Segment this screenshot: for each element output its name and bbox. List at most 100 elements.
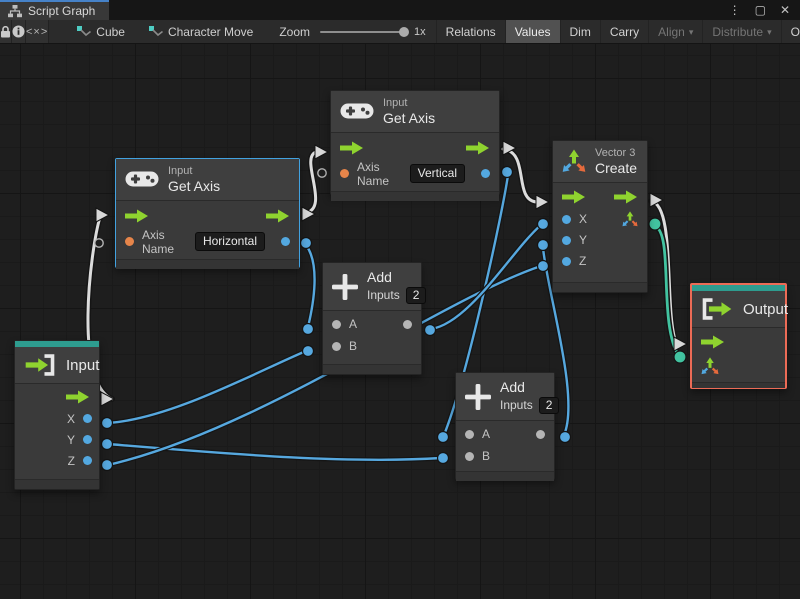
window-maximize-icon[interactable]: ▢ xyxy=(755,3,766,17)
x-input-port[interactable] xyxy=(562,214,571,224)
breadcrumb-cube[interactable]: Cube xyxy=(77,20,125,43)
connection-dot[interactable] xyxy=(100,458,114,472)
graph-canvas[interactable]: Input Get Axis Axis Name Vertical Input … xyxy=(0,44,800,599)
node-header[interactable]: Add Inputs 2 xyxy=(456,373,560,422)
port-label: Axis Name xyxy=(357,159,390,188)
connection-dot[interactable] xyxy=(299,236,313,250)
code-icon: <×> xyxy=(26,25,49,38)
flow-in-arrow-icon[interactable] xyxy=(340,141,364,155)
x-output-port[interactable] xyxy=(83,414,92,423)
connection-dot[interactable] xyxy=(301,344,315,358)
breadcrumb-character-move[interactable]: Character Move xyxy=(148,20,254,43)
input-port-a[interactable] xyxy=(465,429,474,439)
flow-out-arrow-icon[interactable] xyxy=(66,390,90,404)
node-add-2[interactable]: Add Inputs 2 A B xyxy=(455,372,560,482)
axis-name-field[interactable]: Vertical xyxy=(409,164,465,184)
node-header[interactable]: Add Inputs 2 xyxy=(323,263,427,312)
vector3-input-port-icon[interactable] xyxy=(701,357,719,375)
breadcrumb-label: Character Move xyxy=(167,24,254,39)
flow-out-arrow-icon[interactable] xyxy=(466,141,490,155)
y-input-port[interactable] xyxy=(562,235,571,245)
flow-in-arrow-icon[interactable] xyxy=(125,209,149,223)
input-port-b[interactable] xyxy=(332,341,341,351)
inputs-count-field[interactable]: 2 xyxy=(405,287,427,305)
lock-icon xyxy=(0,25,11,38)
unconnected-port-circle[interactable] xyxy=(317,168,327,178)
connection-dot[interactable] xyxy=(500,165,514,179)
window-close-icon[interactable]: ✕ xyxy=(780,3,790,17)
connection-dot[interactable] xyxy=(436,451,450,465)
zoom-slider-handle[interactable] xyxy=(399,26,410,37)
align-dropdown[interactable]: Align ▾ xyxy=(648,20,702,43)
flow-connection-triangle[interactable] xyxy=(673,336,689,352)
button-label: Dim xyxy=(569,24,591,39)
flow-connection-triangle[interactable] xyxy=(314,144,330,160)
float-output-port[interactable] xyxy=(481,169,490,179)
zoom-value: 1x xyxy=(414,25,426,38)
connection-dot[interactable] xyxy=(536,238,550,252)
connection-dot[interactable] xyxy=(673,350,687,364)
y-output-port[interactable] xyxy=(83,435,92,444)
lock-button[interactable] xyxy=(0,20,12,43)
string-input-port[interactable] xyxy=(125,237,134,247)
node-header[interactable]: Output xyxy=(692,291,789,328)
sum-output-port[interactable] xyxy=(536,429,545,439)
connection-dot[interactable] xyxy=(100,437,114,451)
flow-out-arrow-icon[interactable] xyxy=(266,209,290,223)
connection-dot[interactable] xyxy=(436,430,450,444)
connection-dot[interactable] xyxy=(558,430,572,444)
node-title: Get Axis xyxy=(168,177,221,194)
relations-button[interactable]: Relations xyxy=(435,20,505,43)
unconnected-port-circle[interactable] xyxy=(94,238,104,248)
node-title: Get Axis xyxy=(383,109,436,126)
inputs-count-field[interactable]: 2 xyxy=(538,397,560,415)
connection-dot[interactable] xyxy=(301,322,315,336)
window-menu-icon[interactable]: ⋮ xyxy=(729,3,741,17)
overview-button[interactable]: Overv xyxy=(780,20,800,43)
node-vector3-create[interactable]: Vector 3 Create X Y Z xyxy=(552,140,648,293)
node-header[interactable]: Vector 3 Create xyxy=(553,141,647,183)
node-input[interactable]: Input X Y Z xyxy=(14,340,100,490)
flow-in-arrow-icon[interactable] xyxy=(701,335,725,349)
node-add-1[interactable]: Add Inputs 2 A B xyxy=(322,262,427,375)
plus-icon xyxy=(332,273,358,300)
node-header[interactable]: Input xyxy=(15,347,99,384)
z-output-port[interactable] xyxy=(83,456,92,465)
node-get-axis-vertical[interactable]: Input Get Axis Axis Name Vertical xyxy=(330,90,500,201)
node-title: Add xyxy=(500,379,525,395)
node-header[interactable]: Input Get Axis xyxy=(116,159,299,201)
distribute-dropdown[interactable]: Distribute ▾ xyxy=(702,20,780,43)
connection-dot[interactable] xyxy=(648,217,662,231)
connection-dot[interactable] xyxy=(536,217,550,231)
dim-button[interactable]: Dim xyxy=(559,20,600,43)
vector3-output-port-icon[interactable] xyxy=(622,211,638,227)
flow-out-arrow-icon[interactable] xyxy=(614,190,638,204)
float-output-port[interactable] xyxy=(281,237,290,247)
tab-script-graph[interactable]: Script Graph xyxy=(0,0,110,20)
axis-name-field[interactable]: Horizontal xyxy=(194,232,265,252)
node-get-axis-horizontal[interactable]: Input Get Axis Axis Name Horizontal xyxy=(115,158,300,269)
info-button[interactable] xyxy=(12,20,26,43)
node-header[interactable]: Input Get Axis xyxy=(331,91,499,133)
connection-dot[interactable] xyxy=(100,416,114,430)
input-port-a[interactable] xyxy=(332,319,341,329)
values-button[interactable]: Values xyxy=(504,20,560,43)
node-output[interactable]: Output xyxy=(690,283,789,389)
code-preview-button[interactable]: <×> xyxy=(26,20,50,43)
port-label: A xyxy=(349,317,358,332)
carry-button[interactable]: Carry xyxy=(599,20,648,43)
z-input-port[interactable] xyxy=(562,256,571,266)
wire-flow[interactable] xyxy=(303,150,318,215)
connection-dot[interactable] xyxy=(423,323,437,337)
tab-bar: Script Graph ⋮ ▢ ✕ xyxy=(0,0,800,20)
connection-dot[interactable] xyxy=(536,259,550,273)
port-label: Y xyxy=(66,432,75,447)
node-title: Output xyxy=(743,300,789,318)
input-port-b[interactable] xyxy=(465,451,474,461)
sum-output-port[interactable] xyxy=(403,319,412,329)
flow-connection-triangle[interactable] xyxy=(535,194,551,210)
string-input-port[interactable] xyxy=(340,169,349,179)
flow-connection-triangle[interactable] xyxy=(95,207,111,223)
zoom-slider[interactable] xyxy=(320,26,410,37)
flow-in-arrow-icon[interactable] xyxy=(562,190,586,204)
